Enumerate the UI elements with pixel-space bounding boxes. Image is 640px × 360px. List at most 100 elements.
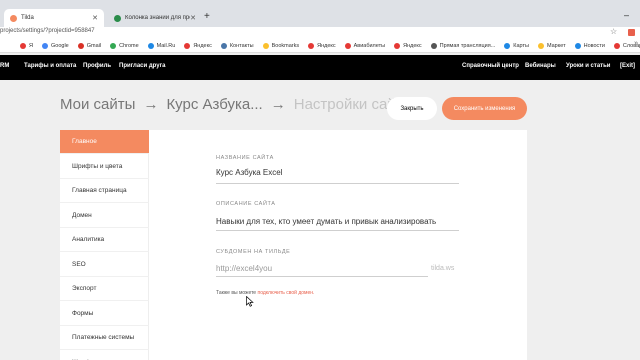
close-tab-icon[interactable]: ✕: [92, 14, 98, 22]
sidebar-item[interactable]: Главная страница: [60, 179, 149, 203]
bookmark-favicon-icon: [184, 42, 191, 49]
bookmark-item[interactable]: Маркет: [537, 42, 566, 49]
sidebar-item[interactable]: Шрифты и цвета: [60, 351, 149, 360]
sidebar-item[interactable]: Домен: [60, 204, 149, 228]
settings-sidebar: Главное Шрифты и цвета Главная страница Дом…: [60, 130, 149, 360]
address-bar[interactable]: projects/settings/?projectid=958847 ☆: [0, 27, 640, 39]
close-tab-icon[interactable]: ✕: [190, 14, 196, 22]
tilda-logo[interactable]: RM: [0, 63, 9, 69]
sidebar-item-label: Формы: [72, 309, 94, 317]
bookmark-item[interactable]: Карты: [504, 42, 529, 49]
sidebar-item[interactable]: Шрифты и цвета: [60, 155, 149, 179]
site-description-label: ОПИСАНИЕ САЙТА: [216, 201, 276, 207]
url-text[interactable]: projects/settings/?projectid=958847: [0, 28, 95, 34]
bookmark-item[interactable]: Mail.Ru: [147, 42, 176, 49]
bookmark-item[interactable]: Контакты: [220, 42, 254, 49]
nav-webinars[interactable]: Вебинары: [525, 63, 556, 69]
bookmark-favicon-icon: [147, 42, 154, 49]
sidebar-item-label: Платежные системы: [72, 334, 135, 341]
close-button[interactable]: Закрыть: [387, 97, 437, 120]
bookmark-favicon-icon: [613, 42, 620, 49]
bookmark-item[interactable]: Авиабилеты: [344, 42, 385, 49]
bookmark-label: Новости: [583, 42, 605, 49]
bookmark-favicon-icon: [308, 42, 315, 49]
bookmark-label: Google: [50, 42, 69, 49]
bookmark-favicon-icon: [504, 42, 511, 49]
bookmark-favicon-icon: [110, 42, 117, 49]
bookmark-favicon-icon: [394, 42, 401, 49]
page-favicon-icon: [114, 14, 121, 22]
sidebar-item[interactable]: Аналитика: [60, 228, 149, 252]
bookmark-label: Яндекс: [403, 42, 422, 49]
tilda-favicon-icon: [10, 14, 17, 22]
breadcrumb-arrow-icon: →: [270, 96, 286, 113]
bookmarks-more-button[interactable]: »: [634, 40, 638, 47]
nav-help-center[interactable]: Справочный центр: [462, 63, 519, 69]
sidebar-item[interactable]: Главное: [60, 130, 149, 154]
subdomain-suffix: tilda.ws: [431, 265, 455, 272]
sidebar-item-label: Домен: [72, 211, 92, 219]
breadcrumb-project[interactable]: Курс Азбука...: [166, 96, 262, 113]
bookmark-star-icon[interactable]: ☆: [610, 27, 617, 36]
settings-panel: [149, 130, 527, 360]
new-tab-button[interactable]: +: [204, 11, 210, 22]
bookmark-item[interactable]: Gmail: [77, 42, 101, 49]
top-navigation: RM Тарифы и оплата Профиль Пригласи друг…: [0, 55, 640, 80]
nav-lessons[interactable]: Уроки и статьи: [566, 63, 610, 69]
site-description-input[interactable]: Навыки для тех, кто умеет думать и привы…: [216, 217, 436, 226]
browser-tab-tilda[interactable]: Tilda ✕: [4, 9, 104, 27]
bookmark-item[interactable]: Прямая трансляция...: [430, 42, 496, 49]
bookmark-favicon-icon: [20, 42, 26, 49]
bookmark-favicon-icon: [220, 42, 227, 49]
browser-tab-kolonka[interactable]: Колонка знаний для преподав... ✕: [108, 9, 202, 27]
bookmark-item[interactable]: Я: [20, 42, 33, 49]
bookmark-favicon-icon: [430, 42, 437, 49]
bookmark-item[interactable]: Новости: [574, 42, 605, 49]
connect-domain-link[interactable]: подключить свой домен.: [257, 290, 314, 296]
sidebar-item[interactable]: Формы: [60, 302, 149, 326]
bookmark-label: Bookmarks: [271, 42, 300, 49]
site-name-underline: [216, 183, 459, 184]
bookmark-favicon-icon: [77, 42, 84, 49]
breadcrumb: Мои сайты → Курс Азбука... → Настройки с…: [60, 96, 411, 113]
tab-title: Tilda: [21, 15, 34, 21]
site-name-label: НАЗВАНИЕ САЙТА: [216, 155, 274, 161]
custom-domain-hint: Также вы можете подключить свой домен.: [216, 290, 314, 296]
sidebar-item-label: Экспорт: [72, 285, 97, 292]
bookmark-label: Chrome: [119, 42, 139, 49]
extension-icon[interactable]: [628, 29, 635, 36]
bookmark-label: Карты: [513, 42, 529, 49]
minimize-window-button[interactable]: –: [624, 10, 629, 20]
bookmark-item[interactable]: Яндекс: [308, 42, 336, 49]
bookmark-item[interactable]: Google: [41, 42, 69, 49]
mouse-cursor-icon: [246, 296, 254, 307]
sidebar-item-label: Главное: [72, 138, 97, 145]
bookmark-label: Яндекс: [193, 42, 212, 49]
bookmark-item[interactable]: Chrome: [110, 42, 139, 49]
nav-tariffs[interactable]: Тарифы и оплата: [24, 63, 76, 69]
bookmark-item[interactable]: Яндекс: [394, 42, 422, 49]
site-name-input[interactable]: Курс Азбука Excel: [216, 168, 282, 177]
sidebar-item[interactable]: SEO: [60, 253, 149, 277]
subdomain-underline: [216, 276, 428, 277]
sidebar-item-label: Главная страница: [72, 187, 127, 194]
bookmark-favicon-icon: [574, 42, 581, 49]
subdomain-input[interactable]: http://excel4you: [216, 264, 272, 273]
bookmark-item[interactable]: Яндекс: [184, 42, 212, 49]
breadcrumb-my-sites[interactable]: Мои сайты: [60, 96, 135, 113]
save-changes-button[interactable]: Сохранить изменения: [442, 97, 527, 120]
browser-tabstrip: Tilda ✕ Колонка знаний для преподав... ✕…: [0, 0, 640, 27]
bookmark-label: Контакты: [229, 42, 254, 49]
bookmark-label: Прямая трансляция...: [439, 42, 496, 49]
bookmark-favicon-icon: [262, 42, 269, 49]
nav-exit[interactable]: [Exit]: [620, 63, 635, 69]
nav-profile[interactable]: Профиль: [83, 63, 111, 69]
bookmark-item[interactable]: Bookmarks: [262, 42, 300, 49]
sidebar-item[interactable]: Платежные системы: [60, 326, 149, 350]
nav-invite-friend[interactable]: Пригласи друга: [119, 63, 165, 69]
site-description-underline: [216, 230, 459, 231]
bookmark-label: Я: [29, 42, 33, 49]
bookmark-label: Mail.Ru: [156, 42, 176, 49]
sidebar-item[interactable]: Экспорт: [60, 277, 149, 301]
breadcrumb-arrow-icon: →: [143, 96, 159, 113]
